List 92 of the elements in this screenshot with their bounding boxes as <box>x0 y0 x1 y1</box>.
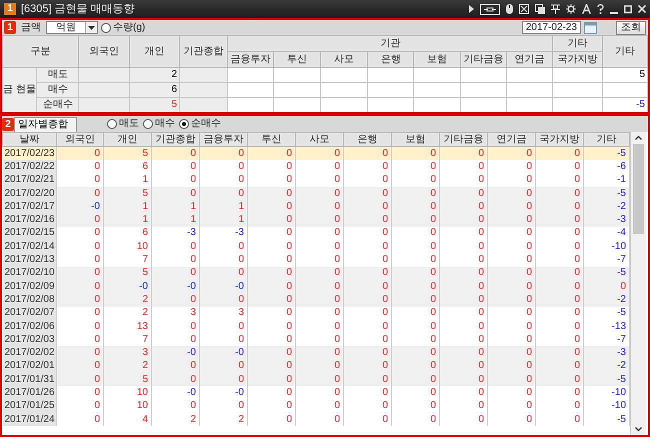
table-cell: 0 <box>440 412 488 426</box>
column-header: 연기금 <box>488 132 536 146</box>
column-header: 투신 <box>248 132 296 146</box>
unit-select[interactable]: 억원 <box>46 21 98 34</box>
view-radio[interactable]: 매수 <box>143 118 175 130</box>
settings-icon[interactable] <box>566 4 576 14</box>
column-header: 구분 <box>2 36 79 68</box>
date-cell: 2017/01/24 <box>2 412 56 426</box>
column-header: 기타 <box>584 132 630 146</box>
date-cell: 2017/02/08 <box>2 293 56 307</box>
table-cell: 5 <box>602 68 648 82</box>
column-header: 기타금융 <box>440 132 488 146</box>
date-cell: 2017/01/31 <box>2 373 56 386</box>
calendar-icon[interactable] <box>584 21 597 34</box>
window-title: [6305] 금현물 매매동향 <box>21 2 135 16</box>
amount-label: 금액 <box>21 22 41 34</box>
date-cell: 2017/02/01 <box>2 360 56 374</box>
view-radio[interactable]: 순매수 <box>179 118 221 130</box>
row-label: 매도 <box>36 68 79 82</box>
column-header: 보험 <box>414 52 460 68</box>
tab[interactable]: 일자별종합 <box>14 117 77 132</box>
row-group-label: 금 현물 <box>2 68 37 112</box>
column-header: 은행 <box>368 52 414 68</box>
table-cell: 2 <box>129 68 180 82</box>
table-cell: 2 <box>200 412 248 426</box>
column-group-header: 기관 <box>228 36 553 52</box>
table-cell: 5 <box>129 98 180 112</box>
date-cell: 2017/02/10 <box>2 266 56 280</box>
row-label: 순매수 <box>36 98 79 112</box>
quantity-radio[interactable]: 수량(g) <box>101 22 146 34</box>
date-cell: 2017/02/15 <box>2 226 56 240</box>
font-icon[interactable] <box>582 4 591 14</box>
column-header: 국가지방 <box>536 132 584 146</box>
column-header: 국가지방 <box>552 52 602 68</box>
date-cell: 2017/02/13 <box>2 253 56 267</box>
table-cell: 4 <box>104 412 152 426</box>
column-header: 은행 <box>344 132 392 146</box>
column-header: 사모 <box>320 52 368 68</box>
date-cell: 2017/02/07 <box>2 306 56 320</box>
section-badge: 2 <box>2 118 14 130</box>
maximize-icon[interactable] <box>624 4 632 14</box>
column-header: 외국인 <box>56 132 104 146</box>
window-icon[interactable] <box>535 4 545 14</box>
window-badge: 1 <box>4 3 16 15</box>
column-header: 기관종합 <box>152 132 200 146</box>
column-header: 날짜 <box>2 132 56 146</box>
date-cell: 2017/02/20 <box>2 186 56 200</box>
column-header: 보험 <box>392 132 440 146</box>
column-header: 기타금융 <box>460 52 507 68</box>
column-header: 개인 <box>104 132 152 146</box>
date-field[interactable]: 2017-02-23 <box>522 21 581 34</box>
scrollbar-thumb[interactable] <box>633 144 644 234</box>
date-cell: 2017/02/14 <box>2 240 56 254</box>
table-cell: 0 <box>56 412 104 426</box>
close-icon[interactable] <box>638 4 646 14</box>
table-cell: 0 <box>392 412 440 426</box>
caret-icon[interactable] <box>88 26 95 30</box>
help-icon[interactable] <box>597 4 604 14</box>
section-badge: 1 <box>4 21 16 34</box>
column-header: 기타 <box>602 36 648 68</box>
column-group-header: 기타 <box>552 36 602 52</box>
column-header: 연기금 <box>506 52 553 68</box>
date-cell: 2017/02/23 <box>2 146 56 160</box>
table-cell: 0 <box>488 412 536 426</box>
date-cell: 2017/02/09 <box>2 280 56 294</box>
table-cell: 0 <box>296 412 344 426</box>
mouse-icon[interactable] <box>506 4 513 14</box>
table-cell: 2 <box>152 412 200 426</box>
date-cell: 2017/01/25 <box>2 400 56 413</box>
column-header: 금융투자 <box>228 52 274 68</box>
row-label: 매수 <box>36 82 79 98</box>
date-cell: 2017/02/21 <box>2 174 56 187</box>
column-header: 금융투자 <box>200 132 248 146</box>
date-cell: 2017/02/03 <box>2 333 56 346</box>
table-cell: 6 <box>129 82 180 98</box>
table-cell: 0 <box>536 412 584 426</box>
triangle-icon[interactable] <box>469 5 474 13</box>
date-cell: 2017/02/22 <box>2 160 56 174</box>
search-button[interactable]: 조회 <box>616 20 646 34</box>
column-header: 투신 <box>273 52 320 68</box>
date-cell: 2017/02/17 <box>2 200 56 214</box>
column-header: 사모 <box>296 132 344 146</box>
date-cell: 2017/01/26 <box>2 386 56 400</box>
table-cell: 0 <box>344 412 392 426</box>
table-cell: 0 <box>248 412 296 426</box>
date-cell: 2017/02/02 <box>2 346 56 360</box>
view-radio[interactable]: 매도 <box>107 118 139 130</box>
date-cell: 2017/02/06 <box>2 320 56 334</box>
column-header: 기관종합 <box>180 36 228 68</box>
column-header: 개인 <box>129 36 180 68</box>
date-cell: 2017/02/16 <box>2 213 56 227</box>
column-header: 외국인 <box>78 36 130 68</box>
